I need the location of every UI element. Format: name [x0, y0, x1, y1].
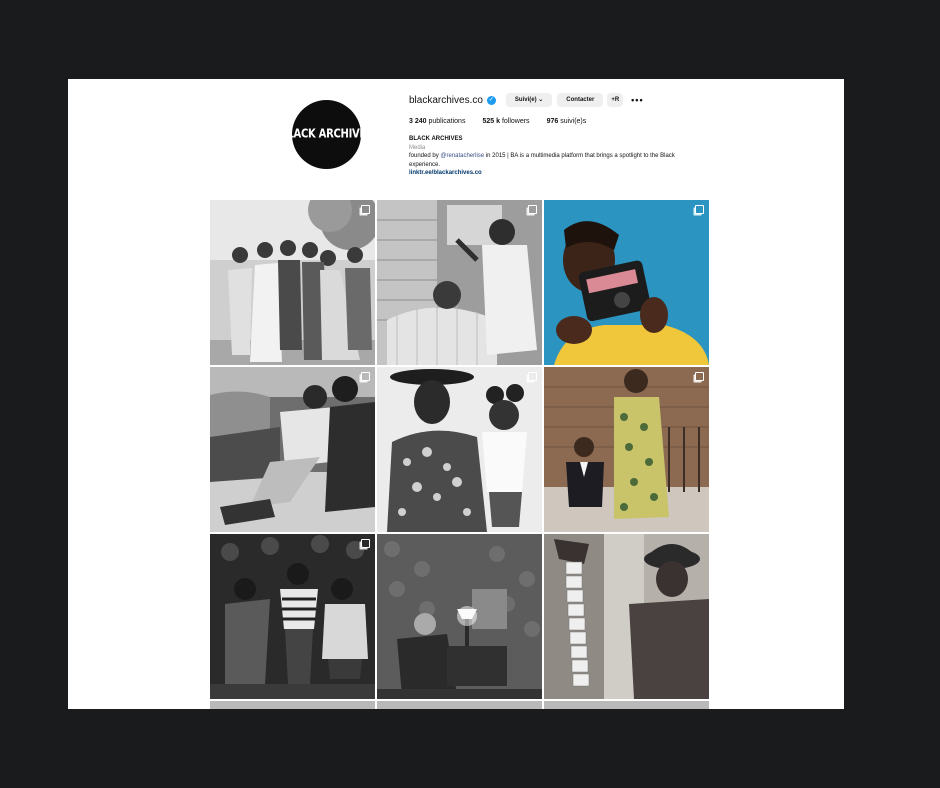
next-row-preview — [210, 701, 710, 709]
post-thumbnail-partial[interactable] — [544, 701, 709, 709]
post-thumbnail-partial[interactable] — [377, 701, 542, 709]
posts-stat: 3 240 publications — [409, 118, 465, 125]
followers-label: followers — [501, 118, 530, 125]
profile-stats: 3 240 publications 525 k followers 976 s… — [409, 118, 829, 125]
following-label: suivi(e)s — [560, 118, 587, 125]
following-button[interactable]: Suivi(e) ⌄ — [505, 93, 553, 107]
multiple-photos-icon — [361, 539, 370, 548]
bio-name: BLACK ARCHIVES — [409, 136, 463, 142]
following-stat[interactable]: 976 suivi(e)s — [547, 118, 587, 125]
post-thumbnail[interactable] — [377, 534, 542, 699]
posts-label: publications — [428, 118, 466, 125]
post-thumbnail[interactable] — [210, 367, 375, 532]
post-thumbnail[interactable] — [210, 200, 375, 365]
profile-header: blackarchives.co ✓ Suivi(e) ⌄ Contacter … — [409, 93, 829, 178]
bio-category: Media — [409, 144, 426, 151]
multiple-photos-icon — [528, 372, 537, 381]
post-image — [544, 200, 709, 365]
multiple-photos-icon — [528, 205, 537, 214]
following-button-label: Suivi(e) — [514, 97, 537, 103]
verified-badge-icon: ✓ — [486, 95, 496, 105]
multiple-photos-icon — [361, 372, 370, 381]
post-image — [544, 367, 709, 532]
bio-text-before: founded by — [409, 153, 441, 159]
posts-count: 3 240 — [409, 118, 427, 125]
instagram-profile-page: BLACK ARCHIVES blackarchives.co ✓ Suivi(… — [68, 79, 844, 709]
post-image — [377, 367, 542, 532]
bio-mention-link[interactable]: @renatacherlise — [440, 153, 484, 159]
multiple-photos-icon — [695, 205, 704, 214]
multiple-photos-icon — [695, 372, 704, 381]
post-thumbnail-partial[interactable] — [210, 701, 375, 709]
multiple-photos-icon — [361, 205, 370, 214]
bio-external-link[interactable]: linktr.ee/blackarchives.co — [409, 169, 829, 178]
post-image — [377, 200, 542, 365]
avatar-logo-text: BLACK ARCHIVES — [280, 127, 373, 142]
post-image — [210, 200, 375, 365]
following-count: 976 — [546, 118, 559, 125]
post-image — [377, 534, 542, 699]
profile-actions-row: blackarchives.co ✓ Suivi(e) ⌄ Contacter … — [409, 93, 829, 107]
post-image — [210, 534, 375, 699]
followers-count: 525 k — [482, 118, 500, 125]
profile-bio: BLACK ARCHIVES Media founded by @renatac… — [409, 135, 829, 178]
post-thumbnail[interactable] — [377, 367, 542, 532]
contact-button[interactable]: Contacter — [557, 93, 604, 107]
chevron-down-icon: ⌄ — [538, 97, 544, 103]
bio-description: founded by @renatacherlise in 2015 | BA … — [409, 152, 699, 169]
profile-username: blackarchives.co — [409, 94, 483, 106]
post-thumbnail[interactable] — [377, 200, 542, 365]
post-image — [544, 534, 709, 699]
suggested-accounts-button[interactable]: +R — [607, 93, 624, 107]
more-options-icon[interactable]: ••• — [631, 93, 643, 107]
post-image — [210, 367, 375, 532]
followers-stat[interactable]: 525 k followers — [482, 118, 529, 125]
post-thumbnail[interactable] — [544, 534, 709, 699]
post-thumbnail[interactable] — [544, 200, 709, 365]
post-thumbnail[interactable] — [210, 534, 375, 699]
profile-avatar[interactable]: BLACK ARCHIVES — [280, 100, 373, 169]
posts-grid — [210, 200, 710, 699]
post-thumbnail[interactable] — [544, 367, 709, 532]
